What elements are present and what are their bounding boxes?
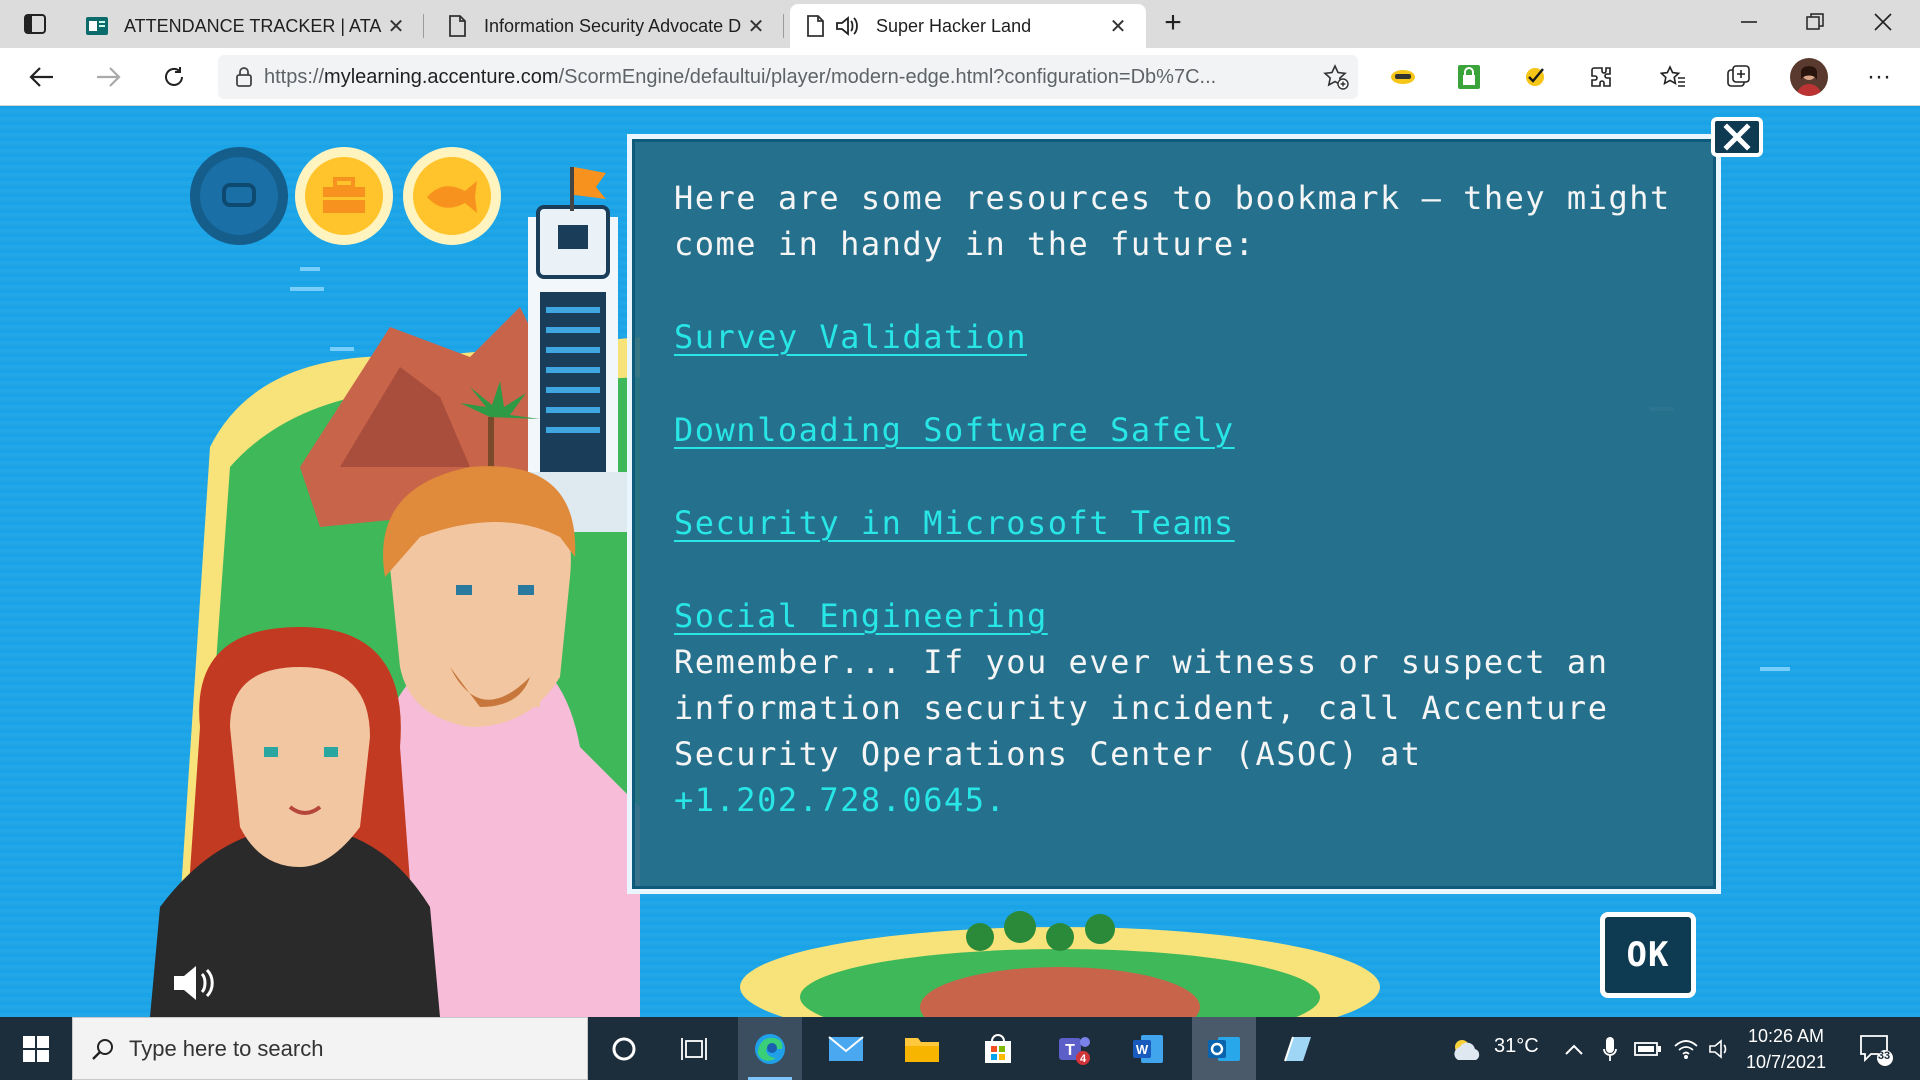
notification-center-button[interactable]: 33	[1858, 1031, 1894, 1067]
dialog-remember-text: Remember... If you ever witness or suspe…	[674, 639, 1684, 823]
close-window-button[interactable]	[1850, 0, 1916, 44]
forward-arrow-icon	[97, 67, 121, 87]
extension-check-icon[interactable]	[1518, 61, 1552, 93]
task-view-icon[interactable]	[662, 1017, 726, 1080]
remember-message: Remember... If you ever witness or suspe…	[674, 643, 1609, 773]
show-hidden-icons-chevron-icon[interactable]	[1560, 1035, 1588, 1063]
hud-fish-coin-icon[interactable]	[403, 147, 501, 245]
dialog-close-button[interactable]	[1711, 117, 1763, 157]
browser-tab-strip: ATTENDANCE TRACKER | ATAS S ✕ Informatio…	[0, 0, 1920, 48]
taskbar-clock[interactable]: 10:26 AM 10/7/2021	[1730, 1023, 1842, 1075]
search-placeholder: Type here to search	[129, 1035, 324, 1061]
page-icon	[807, 15, 824, 37]
mail-icon[interactable]	[814, 1017, 878, 1080]
url-host: mylearning.accenture.com	[324, 65, 559, 88]
clock-date: 10/7/2021	[1745, 1052, 1827, 1072]
close-icon	[1723, 123, 1751, 151]
tab-attendance-tracker[interactable]: ATTENDANCE TRACKER | ATAS S ✕	[72, 4, 424, 48]
windows-logo-icon	[23, 1035, 49, 1062]
back-button[interactable]	[22, 58, 62, 96]
cortana-icon[interactable]	[592, 1017, 656, 1080]
tab-information-security-advocate[interactable]: Information Security Advocate D ✕	[432, 4, 784, 48]
link-downloading-software-safely[interactable]: Downloading Software Safely	[674, 407, 1684, 453]
link-social-engineering[interactable]: Social Engineering	[674, 593, 1684, 639]
forms-icon	[86, 17, 108, 35]
teams-icon[interactable]: T4	[1042, 1017, 1106, 1080]
forward-button[interactable]	[88, 58, 128, 96]
refresh-button[interactable]	[154, 58, 194, 96]
url-text[interactable]: https://mylearning.accenture.com/ScormEn…	[264, 66, 1314, 89]
link-survey-validation[interactable]: Survey Validation	[674, 314, 1684, 360]
favorites-icon[interactable]	[1656, 61, 1690, 93]
tab-title: ATTENDANCE TRACKER | ATAS S	[124, 15, 382, 36]
windows-taskbar: Type here to search T4 W 31°C 10:26 AM 1…	[0, 1017, 1920, 1080]
star-add-icon	[1323, 64, 1349, 90]
notification-count: 33	[1877, 1050, 1891, 1062]
dialog-intro-text: Here are some resources to bookmark – th…	[674, 179, 1671, 263]
tab-title: Super Hacker Land	[876, 15, 1032, 36]
taskbar-search-box[interactable]: Type here to search	[72, 1017, 588, 1080]
profile-avatar[interactable]	[1790, 58, 1828, 96]
battery-icon[interactable]	[1634, 1035, 1662, 1063]
url-path: /ScormEngine/defaultui/player/modern-edg…	[558, 65, 1217, 88]
notes-app-icon[interactable]	[1266, 1017, 1330, 1080]
browser-toolbar: https://mylearning.accenture.com/ScormEn…	[0, 48, 1920, 106]
resources-dialog: Here are some resources to bookmark – th…	[627, 134, 1721, 894]
microphone-icon[interactable]	[1596, 1035, 1624, 1063]
tab-actions-icon	[24, 14, 46, 34]
outlook-icon[interactable]	[1192, 1017, 1256, 1080]
weather-temperature[interactable]: 31°C	[1494, 1035, 1539, 1058]
minimize-button[interactable]	[1716, 0, 1782, 44]
weather-icon[interactable]	[1446, 1035, 1486, 1063]
collections-icon[interactable]	[1722, 61, 1756, 93]
link-security-in-microsoft-teams[interactable]: Security in Microsoft Teams	[674, 500, 1684, 546]
microsoft-store-icon[interactable]	[966, 1017, 1030, 1080]
add-favorite-button[interactable]	[1314, 55, 1358, 99]
clock-time: 10:26 AM	[1747, 1026, 1825, 1046]
word-icon[interactable]: W	[1116, 1017, 1180, 1080]
svg-text:4: 4	[1080, 1053, 1087, 1065]
extensions-puzzle-icon[interactable]	[1584, 61, 1618, 93]
hud-briefcase-coin-icon[interactable]	[295, 147, 393, 245]
tab-actions-button[interactable]	[10, 8, 60, 40]
tab-super-hacker-land[interactable]: Super Hacker Land ✕	[790, 4, 1146, 48]
url-scheme: https://	[264, 65, 325, 88]
page-icon	[449, 15, 466, 37]
lock-icon[interactable]	[224, 55, 264, 99]
ok-button[interactable]: OK	[1600, 912, 1696, 998]
tab-title: Information Security Advocate D	[484, 15, 742, 36]
settings-menu-button[interactable]: ···	[1862, 61, 1896, 93]
minimize-icon	[1741, 21, 1757, 23]
wifi-icon[interactable]	[1672, 1035, 1700, 1063]
speaker-icon[interactable]	[170, 960, 216, 1006]
audio-playing-icon[interactable]	[834, 15, 860, 37]
asoc-phone-number: +1.202.728.0645.	[674, 781, 1007, 819]
svg-text:T: T	[1065, 1042, 1075, 1059]
close-tab-icon[interactable]: ✕	[382, 14, 410, 39]
hud-slot-empty-icon[interactable]	[190, 147, 288, 245]
edge-browser-icon[interactable]	[738, 1017, 802, 1080]
start-button[interactable]	[0, 1017, 72, 1080]
svg-text:W: W	[1136, 1042, 1149, 1057]
file-explorer-icon[interactable]	[890, 1017, 954, 1080]
refresh-icon	[165, 67, 183, 86]
dialog-body: Here are some resources to bookmark – th…	[674, 175, 1684, 823]
restore-icon	[1806, 13, 1824, 30]
new-tab-button[interactable]: +	[1155, 6, 1191, 42]
back-arrow-icon	[29, 67, 53, 87]
restore-button[interactable]	[1782, 0, 1848, 44]
close-icon	[1874, 13, 1892, 31]
address-bar[interactable]: https://mylearning.accenture.com/ScormEn…	[218, 55, 1358, 99]
close-tab-icon[interactable]: ✕	[742, 14, 770, 39]
close-tab-icon[interactable]: ✕	[1104, 14, 1132, 39]
search-icon	[92, 1038, 113, 1060]
extension-key-icon[interactable]	[1386, 61, 1420, 93]
extension-lock-icon[interactable]	[1452, 61, 1486, 93]
